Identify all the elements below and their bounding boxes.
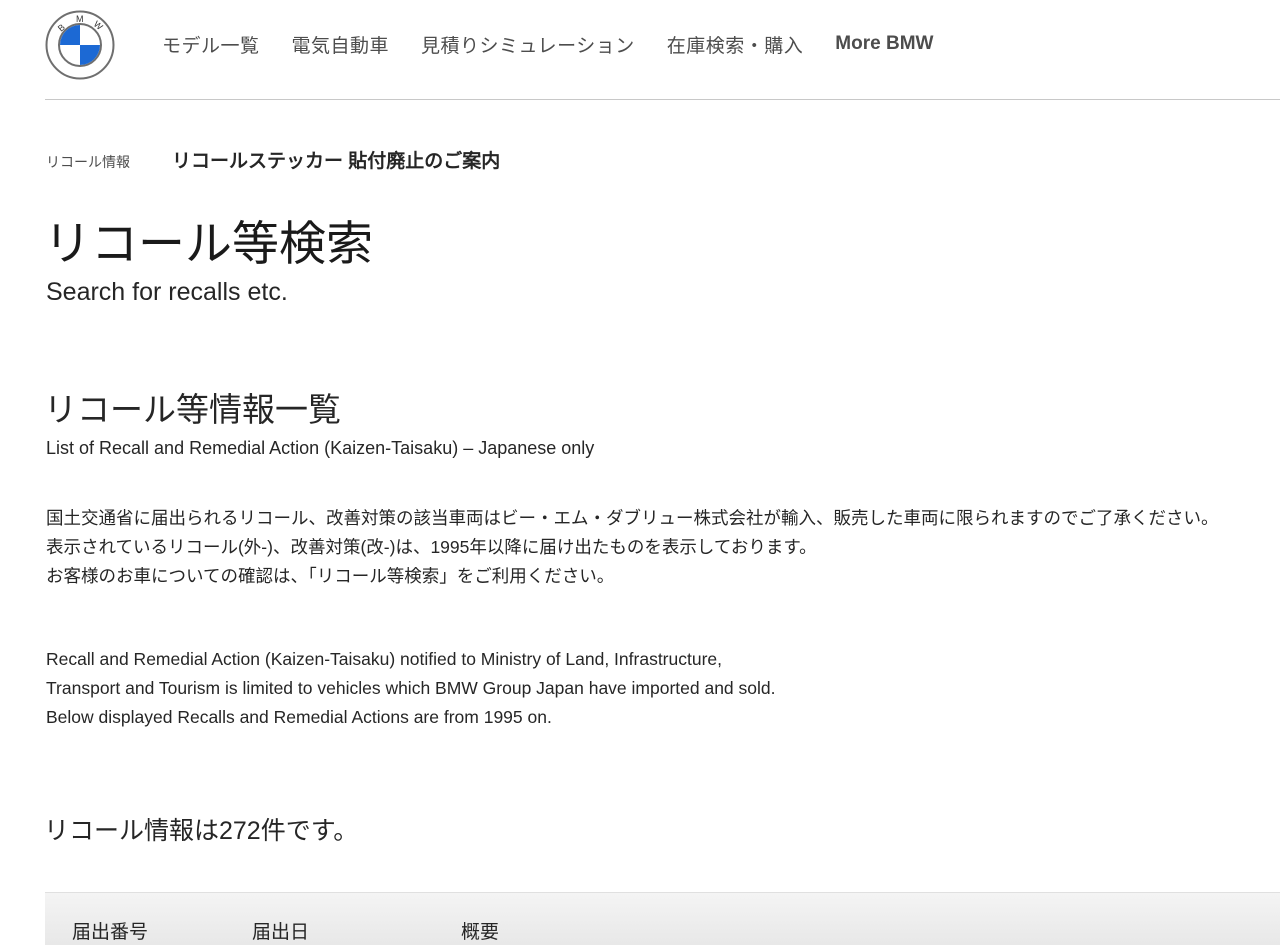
- nav-item-models[interactable]: モデル一覧: [162, 31, 260, 58]
- site-header: B M W モデル一覧 電気自動車 見積りシミュレーション 在庫検索・購入 Mo…: [0, 0, 1280, 100]
- nav-item-electric[interactable]: 電気自動車: [292, 31, 390, 58]
- bmw-logo[interactable]: B M W: [45, 10, 115, 80]
- notice-en-line: Below displayed Recalls and Remedial Act…: [46, 707, 552, 727]
- breadcrumb: リコール情報 リコールステッカー 貼付廃止のご案内: [46, 146, 500, 173]
- notice-jp-line: お客様のお車についての確認は、「リコール等検索」をご利用ください。: [46, 566, 615, 586]
- column-header-number[interactable]: 届出番号: [72, 917, 148, 944]
- page-subtitle: Search for recalls etc.: [46, 278, 288, 306]
- recall-table-header: 届出番号 届出日 概要: [45, 892, 1280, 945]
- breadcrumb-current-link[interactable]: リコールステッカー 貼付廃止のご案内: [172, 146, 500, 173]
- notice-paragraph-en: Recall and Remedial Action (Kaizen-Taisa…: [46, 645, 776, 732]
- notice-en-line: Transport and Tourism is limited to vehi…: [46, 678, 776, 698]
- nav-item-more-bmw[interactable]: More BMW: [835, 33, 933, 55]
- notice-jp-line: 国土交通省に届出られるリコール、改善対策の該当車両はビー・エム・ダブリュー株式会…: [46, 508, 1219, 528]
- main-nav: モデル一覧 電気自動車 見積りシミュレーション 在庫検索・購入 More BMW: [162, 30, 965, 58]
- header-divider: [45, 99, 1280, 100]
- column-header-summary[interactable]: 概要: [461, 917, 499, 944]
- logo-letter-m: M: [76, 14, 84, 24]
- notice-paragraph-jp: 国土交通省に届出られるリコール、改善対策の該当車両はビー・エム・ダブリュー株式会…: [46, 504, 1219, 591]
- nav-item-estimate[interactable]: 見積りシミュレーション: [421, 31, 635, 58]
- notice-jp-line: 表示されているリコール(外-)、改善対策(改-)は、1995年以降に届け出たもの…: [46, 537, 817, 557]
- breadcrumb-parent-link[interactable]: リコール情報: [46, 152, 130, 172]
- nav-item-stock-search[interactable]: 在庫検索・購入: [667, 31, 804, 58]
- page-title: リコール等検索: [44, 217, 373, 270]
- recall-count: リコール情報は272件です。: [44, 817, 359, 845]
- bmw-roundel-icon: B M W: [45, 10, 115, 80]
- section-subtitle: List of Recall and Remedial Action (Kaiz…: [46, 438, 595, 458]
- page: B M W モデル一覧 電気自動車 見積りシミュレーション 在庫検索・購入 Mo…: [0, 0, 1280, 945]
- column-header-date[interactable]: 届出日: [252, 917, 309, 944]
- section-title: リコール等情報一覧: [44, 391, 341, 428]
- notice-en-line: Recall and Remedial Action (Kaizen-Taisa…: [46, 649, 723, 669]
